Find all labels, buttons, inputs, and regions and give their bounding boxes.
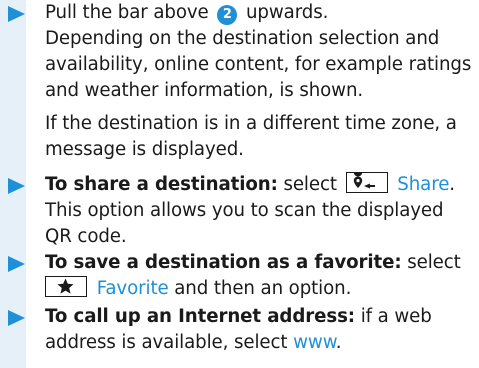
step-text-line: Favorite and then an option. bbox=[45, 276, 461, 302]
step-pull-bar: Pull the bar above 2 upwards. Depending … bbox=[0, 0, 479, 104]
note-text-line: If the destination is in a different tim… bbox=[45, 113, 457, 134]
step-heading: To share a destination: bbox=[45, 174, 278, 195]
step-text-line: This option allows you to scan the displ… bbox=[45, 200, 444, 221]
timezone-note: If the destination is in a different tim… bbox=[0, 111, 465, 163]
step-text-line: To save a destination as a favorite: sel… bbox=[45, 250, 461, 276]
step-text-line: address is available, select www. bbox=[45, 330, 432, 356]
step-text: upwards. bbox=[246, 2, 329, 23]
step-heading: To save a destination as a favorite: bbox=[45, 252, 402, 273]
star-icon bbox=[45, 276, 87, 297]
step-text-line: and weather information, is shown. bbox=[45, 80, 364, 101]
share-action[interactable]: Share bbox=[397, 174, 449, 195]
step-text: . bbox=[335, 332, 342, 353]
step-text: . bbox=[449, 174, 455, 195]
step-text: select bbox=[283, 174, 337, 195]
step-heading: To call up an Internet address: bbox=[45, 306, 355, 327]
step-text: and then an option. bbox=[174, 278, 352, 299]
step-save-favorite: To save a destination as a favorite: sel… bbox=[0, 250, 469, 302]
step-text-line: QR code. bbox=[45, 226, 127, 247]
share-location-icon bbox=[345, 172, 388, 193]
step-internet-address: To call up an Internet address: if a web… bbox=[0, 304, 440, 356]
note-text-line: message is displayed. bbox=[45, 139, 244, 160]
step-text-line: To share a destination: select Share. bbox=[45, 172, 455, 198]
step-text-line: Depending on the destination selection a… bbox=[45, 28, 440, 49]
callout-badge: 2 bbox=[217, 5, 238, 25]
favorite-action[interactable]: Favorite bbox=[97, 278, 169, 299]
www-link[interactable]: www bbox=[293, 332, 336, 353]
step-text: Pull the bar above bbox=[45, 2, 209, 23]
step-text-line: To call up an Internet address: if a web bbox=[45, 304, 432, 330]
step-text: address is available, select bbox=[45, 332, 288, 353]
step-text: if a web bbox=[360, 306, 432, 327]
step-text-line: availability, online content, for exampl… bbox=[45, 54, 472, 75]
step-share-destination: To share a destination: select Share. Th… bbox=[0, 172, 463, 250]
step-text: select bbox=[407, 252, 461, 273]
step-text-line: Pull the bar above 2 upwards. bbox=[45, 0, 471, 26]
